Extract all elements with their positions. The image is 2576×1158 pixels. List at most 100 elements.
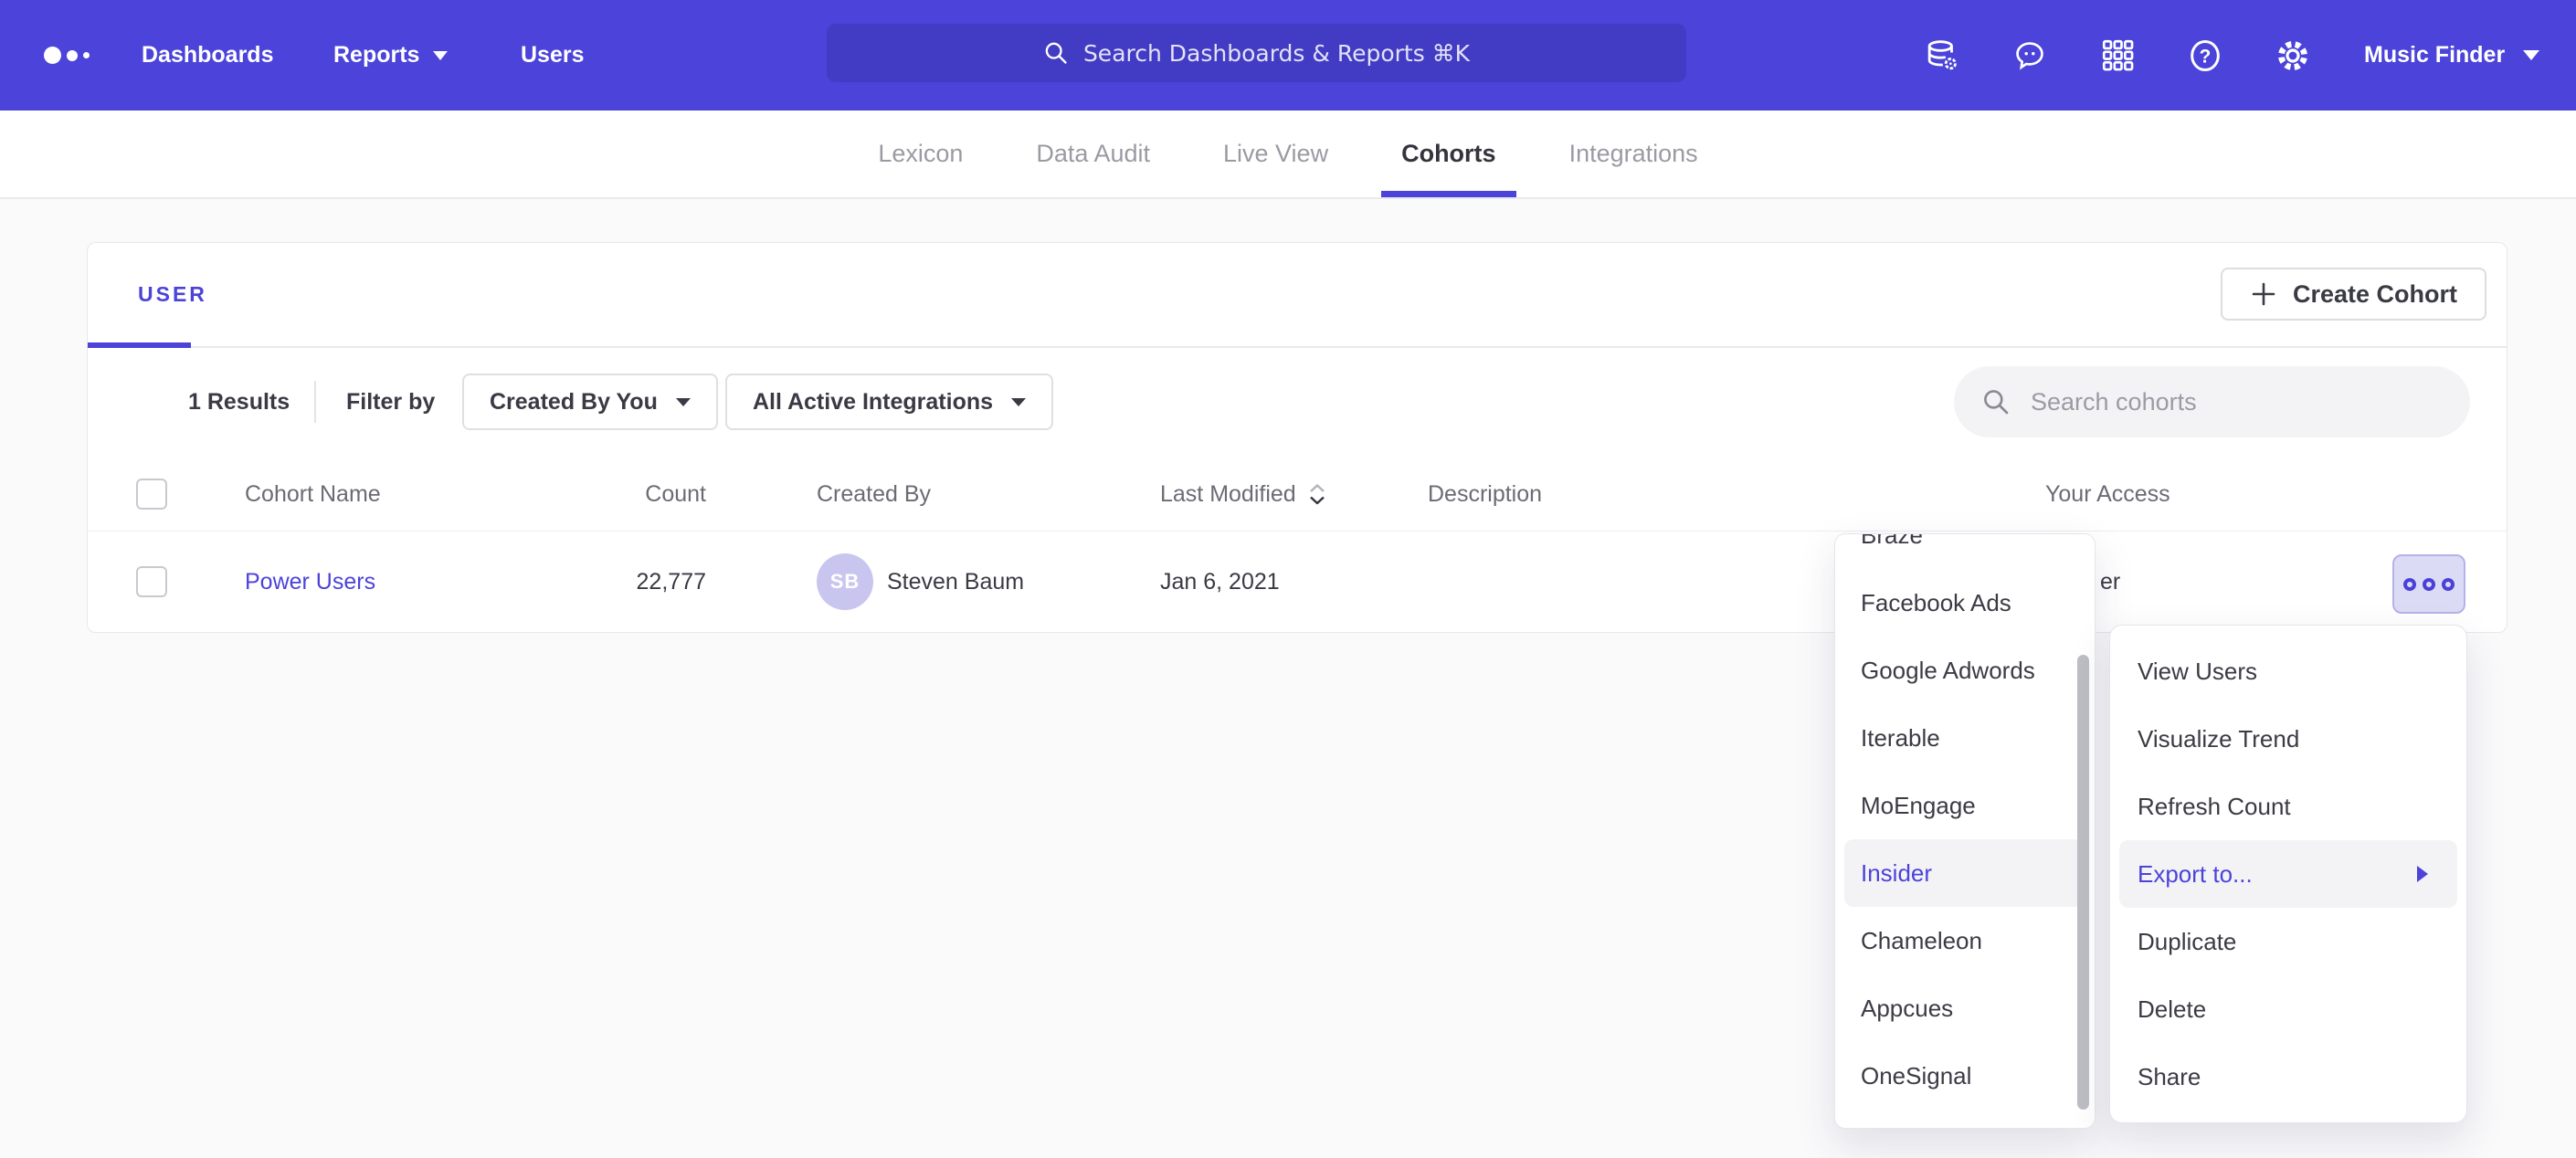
- topnav-right-cluster: ? Music Finder: [1924, 0, 2539, 111]
- nav-dashboards-label: Dashboards: [142, 42, 273, 68]
- cohort-row: Power Users 22,777 SB Steven Baum Jan 6,…: [88, 531, 2507, 633]
- search-icon: [1043, 40, 1069, 66]
- project-name: Music Finder: [2364, 42, 2505, 68]
- plus-icon: [2250, 280, 2277, 308]
- column-count: Count: [581, 458, 706, 531]
- scrollbar-thumb[interactable]: [2077, 655, 2089, 1110]
- row-checkbox[interactable]: [136, 566, 167, 597]
- action-share[interactable]: Share: [2110, 1043, 2466, 1111]
- action-duplicate[interactable]: Duplicate: [2110, 908, 2466, 975]
- menu-item-label: Visualize Trend: [2138, 725, 2299, 753]
- project-switcher[interactable]: Music Finder: [2364, 42, 2539, 68]
- menu-item-label: MoEngage: [1861, 792, 1976, 820]
- menu-item-label: Share: [2138, 1063, 2201, 1091]
- feedback-icon[interactable]: [2011, 37, 2048, 74]
- cohort-count: 22,777: [581, 531, 706, 633]
- table-header: Cohort Name Count Created By Last Modifi…: [88, 458, 2507, 532]
- menu-item-label: Delete: [2138, 995, 2206, 1024]
- tab-data-audit[interactable]: Data Audit: [1016, 111, 1170, 197]
- help-icon[interactable]: ?: [2187, 37, 2223, 74]
- menu-item-label: Insider: [1861, 859, 1932, 888]
- export-option-appcues[interactable]: Appcues: [1835, 974, 2095, 1042]
- nav-reports[interactable]: Reports: [333, 0, 448, 111]
- column-description: Description: [1428, 458, 1542, 531]
- column-your-access: Your Access: [2045, 458, 2170, 531]
- column-cohort-name: Cohort Name: [245, 458, 381, 531]
- cohort-search-input[interactable]: [2029, 387, 2425, 417]
- nav-reports-label: Reports: [333, 42, 419, 68]
- action-export-to[interactable]: Export to...: [2119, 840, 2457, 908]
- chevron-down-icon: [2523, 50, 2539, 60]
- submenu-arrow-icon: [2417, 866, 2428, 882]
- tab-cohorts-label: Cohorts: [1401, 140, 1496, 168]
- export-option-google-adwords[interactable]: Google Adwords: [1835, 637, 2095, 704]
- chevron-down-icon: [676, 398, 691, 406]
- export-option-insider[interactable]: Insider: [1844, 839, 2085, 907]
- mixpanel-logo-icon[interactable]: [44, 0, 90, 111]
- export-option-facebook-ads[interactable]: Facebook Ads: [1835, 569, 2095, 637]
- results-count: 1 Results: [188, 346, 290, 458]
- tab-user-label: USER: [138, 282, 207, 307]
- created-by-name: Steven Baum: [887, 569, 1024, 595]
- export-option-onesignal[interactable]: OneSignal: [1835, 1042, 2095, 1110]
- filter-by-label: Filter by: [346, 346, 435, 458]
- top-navigation-bar: Dashboards Reports Users Search Dashboar…: [0, 0, 2576, 111]
- svg-text:?: ?: [2200, 46, 2212, 67]
- tab-integrations[interactable]: Integrations: [1549, 111, 1718, 197]
- tab-cohorts[interactable]: Cohorts: [1381, 111, 1516, 197]
- your-access-value-partially-occluded: er: [2100, 531, 2120, 633]
- tab-lexicon[interactable]: Lexicon: [858, 111, 983, 197]
- export-destinations-menu: Braze Facebook AdsGoogle AdwordsIterable M…: [1834, 533, 2096, 1129]
- menu-item-label: Duplicate: [2138, 928, 2236, 956]
- action-refresh-count[interactable]: Refresh Count: [2110, 773, 2466, 840]
- menu-item-label: Refresh Count: [2138, 793, 2291, 821]
- export-option-chameleon[interactable]: Chameleon: [1835, 907, 2095, 974]
- ellipsis-ring-icon: [2442, 578, 2455, 591]
- tab-user-cohorts[interactable]: USER: [138, 243, 207, 346]
- tab-live-view[interactable]: Live View: [1203, 111, 1348, 197]
- settings-gear-icon[interactable]: [2275, 37, 2311, 74]
- action-delete[interactable]: Delete: [2110, 975, 2466, 1043]
- filter-created-by-you-label: Created By You: [490, 389, 658, 416]
- apps-grid-icon[interactable]: [2099, 37, 2136, 74]
- chevron-down-icon: [1011, 398, 1026, 406]
- column-last-modified[interactable]: Last Modified: [1160, 458, 1327, 531]
- row-actions-button[interactable]: [2392, 554, 2465, 614]
- column-created-by: Created By: [817, 458, 931, 531]
- global-search-button[interactable]: Search Dashboards & Reports ⌘K: [827, 24, 1686, 82]
- create-cohort-button[interactable]: Create Cohort: [2221, 268, 2486, 321]
- action-visualize-trend[interactable]: Visualize Trend: [2110, 705, 2466, 773]
- nav-users[interactable]: Users: [521, 0, 585, 111]
- last-modified-date: Jan 6, 2021: [1160, 531, 1280, 633]
- divider: [314, 381, 316, 423]
- select-all-checkbox[interactable]: [136, 479, 167, 510]
- cohorts-card: USER Create Cohort 1 Results Filter by C…: [87, 242, 2507, 633]
- export-option-braze[interactable]: Braze: [1835, 533, 2095, 569]
- nav-dashboards[interactable]: Dashboards: [142, 0, 273, 111]
- menu-item-label: Export to...: [2138, 860, 2253, 889]
- export-option-moengage[interactable]: MoEngage: [1835, 772, 2095, 839]
- menu-item-label: Braze: [1861, 533, 1923, 550]
- nav-users-label: Users: [521, 42, 585, 68]
- cohort-search-box: [1954, 366, 2470, 437]
- cohort-name-link[interactable]: Power Users: [245, 569, 375, 595]
- menu-item-label: OneSignal: [1861, 1062, 1971, 1090]
- global-search-placeholder: Search Dashboards & Reports ⌘K: [1083, 40, 1470, 67]
- tab-live-view-label: Live View: [1223, 140, 1328, 168]
- cohort-actions-menu: View Users Visualize Trend Refresh Count Ex…: [2109, 625, 2467, 1123]
- filter-active-integrations[interactable]: All Active Integrations: [725, 374, 1053, 430]
- sort-icon[interactable]: [1307, 482, 1327, 507]
- filter-active-integrations-label: All Active Integrations: [753, 389, 993, 416]
- create-cohort-label: Create Cohort: [2293, 280, 2457, 309]
- menu-item-label: View Users: [2138, 658, 2257, 686]
- tab-data-audit-label: Data Audit: [1036, 140, 1150, 168]
- action-view-users[interactable]: View Users: [2110, 637, 2466, 705]
- ellipsis-ring-icon: [2423, 578, 2435, 591]
- tab-integrations-label: Integrations: [1569, 140, 1698, 168]
- avatar: SB: [817, 553, 873, 610]
- filter-created-by-you[interactable]: Created By You: [462, 374, 718, 430]
- data-management-icon[interactable]: [1924, 37, 1960, 74]
- export-option-iterable[interactable]: Iterable: [1835, 704, 2095, 772]
- cohort-type-tabs: USER Create Cohort: [88, 243, 2507, 348]
- tab-lexicon-label: Lexicon: [878, 140, 963, 168]
